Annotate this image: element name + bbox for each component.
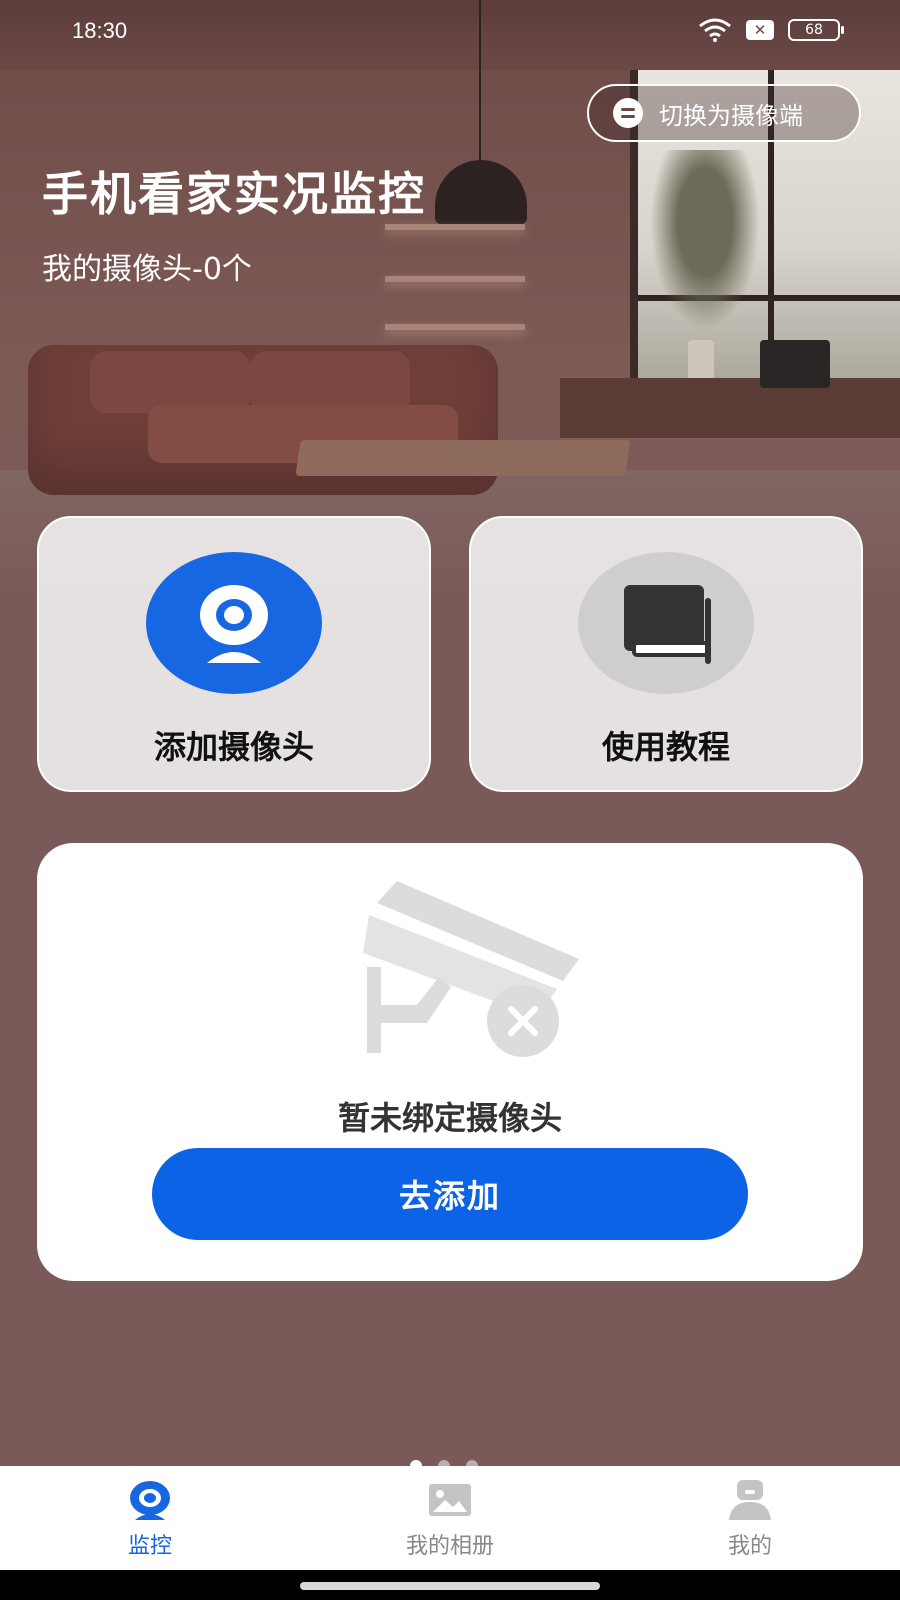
add-camera-card[interactable]: 添加摄像头: [37, 516, 431, 792]
camera-offline-icon: [363, 881, 579, 1057]
nav-tab-monitor[interactable]: 监控: [50, 1466, 250, 1570]
picture-icon: [429, 1484, 471, 1516]
switch-label: 切换为摄像端: [659, 101, 803, 130]
book-icon: [578, 552, 754, 694]
add-camera-label: 添加摄像头: [153, 728, 314, 766]
nav-label: 我的相册: [405, 1534, 494, 1559]
swap-icon: [613, 98, 643, 128]
tutorial-card[interactable]: 使用教程: [469, 516, 863, 792]
go-add-button[interactable]: 去添加: [152, 1148, 748, 1240]
status-bar: 18:30 ✕ 68: [0, 0, 900, 64]
status-time: 18:30: [72, 18, 128, 43]
profile-icon: [729, 1480, 771, 1520]
wifi-icon: [698, 18, 732, 42]
empty-state-card: 暂未绑定摄像头 去添加: [37, 843, 863, 1281]
nav-label: 监控: [127, 1534, 172, 1559]
bottom-nav: 监控 我的相册 我的: [0, 1466, 900, 1570]
no-sim-icon: ✕: [746, 20, 774, 40]
home-indicator[interactable]: [300, 1582, 600, 1590]
webcam-icon: [130, 1481, 170, 1520]
empty-state-message: 暂未绑定摄像头: [337, 1099, 562, 1137]
battery-icon: 68: [788, 19, 844, 41]
nav-tab-album[interactable]: 我的相册: [350, 1466, 550, 1570]
tutorial-label: 使用教程: [601, 728, 730, 766]
nav-label: 我的: [727, 1534, 772, 1559]
webcam-icon: [146, 552, 322, 694]
nav-tab-mine[interactable]: 我的: [650, 1466, 850, 1570]
page-title: 手机看家实况监控: [42, 167, 426, 221]
switch-to-camera-button[interactable]: 切换为摄像端: [587, 84, 861, 142]
camera-count: 我的摄像头-0个: [42, 252, 252, 287]
